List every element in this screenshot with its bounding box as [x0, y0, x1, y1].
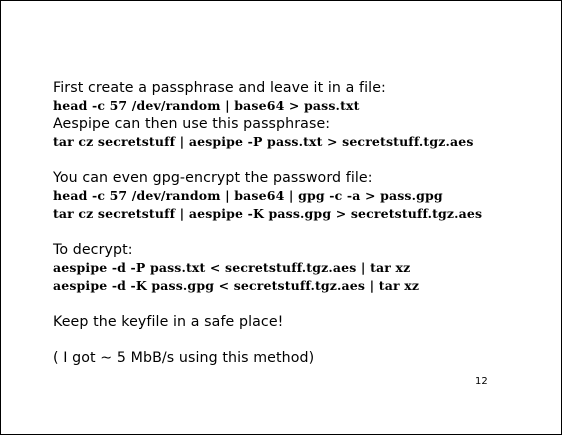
passphrase-intro-text: First create a passphrase and leave it i…	[53, 80, 386, 96]
aespipe-note-text: Aespipe can then use this passphrase:	[53, 116, 331, 132]
page-number: 12	[475, 376, 488, 387]
encrypt-with-passfile-command: tar cz secretstuff | aespipe -P pass.txt…	[53, 134, 474, 149]
create-gpg-passphrase-command: head -c 57 /dev/random | base64 | gpg -c…	[53, 188, 443, 203]
gpg-intro-text: You can even gpg-encrypt the password fi…	[53, 170, 373, 186]
keyfile-advice-text: Keep the keyfile in a safe place!	[53, 314, 284, 330]
create-passphrase-command: head -c 57 /dev/random | base64 > pass.t…	[53, 98, 360, 113]
decrypt-intro-text: To decrypt:	[53, 242, 133, 258]
decrypt-with-passfile-command: aespipe -d -P pass.txt < secretstuff.tgz…	[53, 260, 411, 275]
throughput-note-text: ( I got ∼ 5 MbB/s using this method)	[53, 350, 315, 366]
slide: First create a passphrase and leave it i…	[0, 0, 562, 435]
decrypt-with-gpg-keyfile-command: aespipe -d -K pass.gpg < secretstuff.tgz…	[53, 278, 420, 293]
encrypt-with-gpg-keyfile-command: tar cz secretstuff | aespipe -K pass.gpg…	[53, 206, 483, 221]
slide-content: First create a passphrase and leave it i…	[53, 79, 553, 367]
